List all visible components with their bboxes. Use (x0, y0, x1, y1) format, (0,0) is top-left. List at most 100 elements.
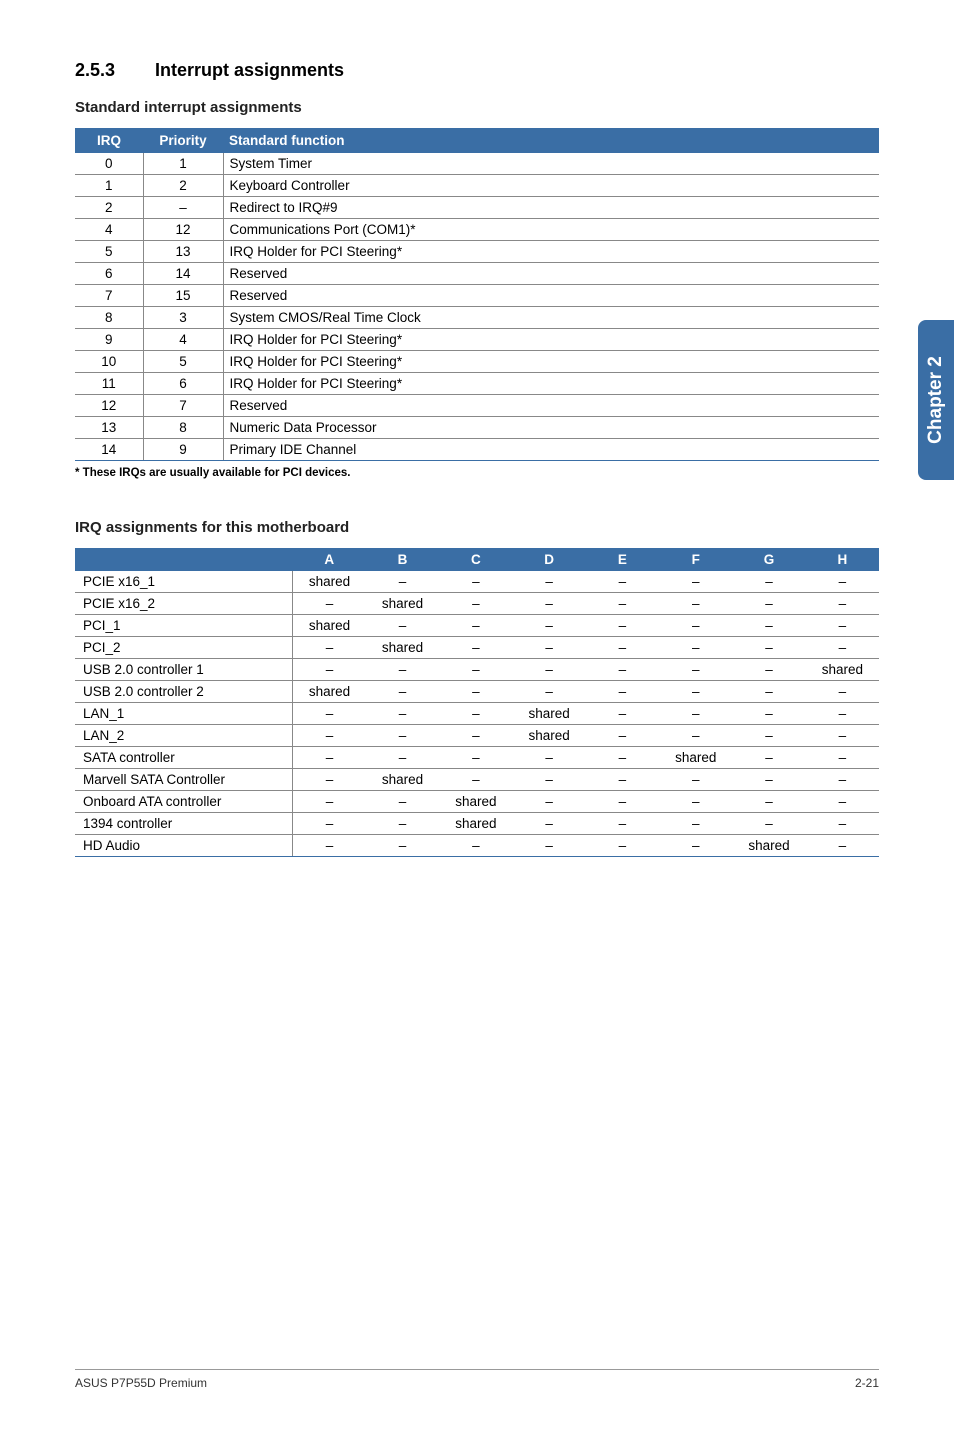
th-col: B (366, 549, 439, 571)
footer-product: ASUS P7P55D Premium (75, 1376, 207, 1390)
cell: – (293, 593, 366, 615)
cell: shared (659, 747, 732, 769)
cell: – (366, 681, 439, 703)
cell: 7 (143, 395, 223, 417)
cell: – (439, 615, 512, 637)
cell: shared (439, 813, 512, 835)
cell: 9 (143, 439, 223, 461)
cell: – (732, 571, 805, 593)
cell: – (586, 615, 659, 637)
cell: – (659, 593, 732, 615)
cell: – (439, 725, 512, 747)
cell: – (586, 703, 659, 725)
cell: – (366, 813, 439, 835)
table-row: 138Numeric Data Processor (75, 417, 879, 439)
cell: – (512, 593, 585, 615)
table-row: 94IRQ Holder for PCI Steering* (75, 329, 879, 351)
cell: 13 (75, 417, 143, 439)
cell: shared (293, 681, 366, 703)
cell: – (586, 769, 659, 791)
cell: 6 (75, 263, 143, 285)
cell: shared (366, 769, 439, 791)
table-row: PCIE x16_2–shared–––––– (75, 593, 879, 615)
cell: – (806, 747, 879, 769)
table-row: 127Reserved (75, 395, 879, 417)
cell: – (659, 571, 732, 593)
th-col: C (439, 549, 512, 571)
cell: 14 (143, 263, 223, 285)
th-col: F (659, 549, 732, 571)
cell: – (439, 703, 512, 725)
table-row: PCIE x16_1shared––––––– (75, 571, 879, 593)
row-label: 1394 controller (75, 813, 293, 835)
cell: 4 (143, 329, 223, 351)
th-col: G (732, 549, 805, 571)
cell: – (366, 659, 439, 681)
table-row: 513IRQ Holder for PCI Steering* (75, 241, 879, 263)
cell: – (659, 659, 732, 681)
cell: Communications Port (COM1)* (223, 219, 879, 241)
cell: – (806, 681, 879, 703)
cell: – (659, 813, 732, 835)
table-row: SATA controller–––––shared–– (75, 747, 879, 769)
cell: – (293, 659, 366, 681)
table-row: 149Primary IDE Channel (75, 439, 879, 461)
cell: – (512, 681, 585, 703)
table-header-row: IRQ Priority Standard function (75, 129, 879, 153)
cell: – (293, 791, 366, 813)
cell: – (439, 659, 512, 681)
table-row: 715Reserved (75, 285, 879, 307)
cell: 0 (75, 153, 143, 175)
cell: – (659, 769, 732, 791)
table-row: LAN_1–––shared–––– (75, 703, 879, 725)
cell: – (659, 835, 732, 857)
cell: – (659, 637, 732, 659)
table-header-row: ABCDEFGH (75, 549, 879, 571)
cell: – (512, 813, 585, 835)
cell: 1 (143, 153, 223, 175)
cell: – (659, 615, 732, 637)
table-row: 2–Redirect to IRQ#9 (75, 197, 879, 219)
cell: 3 (143, 307, 223, 329)
cell: 5 (143, 351, 223, 373)
cell: Numeric Data Processor (223, 417, 879, 439)
table-row: Onboard ATA controller––shared––––– (75, 791, 879, 813)
cell: – (732, 725, 805, 747)
table-row: Marvell SATA Controller–shared–––––– (75, 769, 879, 791)
cell: shared (806, 659, 879, 681)
cell: 11 (75, 373, 143, 395)
std-heading: Standard interrupt assignments (75, 99, 879, 116)
cell: – (366, 791, 439, 813)
cell: shared (293, 571, 366, 593)
cell: – (806, 835, 879, 857)
footnote: * These IRQs are usually available for P… (75, 467, 879, 479)
row-label: PCI_2 (75, 637, 293, 659)
cell: – (439, 571, 512, 593)
row-label: PCI_1 (75, 615, 293, 637)
cell: – (293, 835, 366, 857)
cell: 14 (75, 439, 143, 461)
cell: 5 (75, 241, 143, 263)
table-row: 83System CMOS/Real Time Clock (75, 307, 879, 329)
row-label: SATA controller (75, 747, 293, 769)
chapter-label: Chapter 2 (925, 356, 947, 444)
cell: – (659, 725, 732, 747)
cell: IRQ Holder for PCI Steering* (223, 373, 879, 395)
cell: – (439, 637, 512, 659)
cell: 12 (143, 219, 223, 241)
cell: – (293, 703, 366, 725)
table-row: 01System Timer (75, 153, 879, 175)
chapter-side-tab: Chapter 2 (918, 320, 954, 480)
cell: – (512, 615, 585, 637)
cell: IRQ Holder for PCI Steering* (223, 241, 879, 263)
cell: shared (732, 835, 805, 857)
cell: – (512, 637, 585, 659)
cell: – (806, 615, 879, 637)
cell: 13 (143, 241, 223, 263)
cell: IRQ Holder for PCI Steering* (223, 329, 879, 351)
cell: – (586, 637, 659, 659)
cell: – (366, 615, 439, 637)
cell: – (293, 725, 366, 747)
cell: 6 (143, 373, 223, 395)
cell: – (512, 769, 585, 791)
